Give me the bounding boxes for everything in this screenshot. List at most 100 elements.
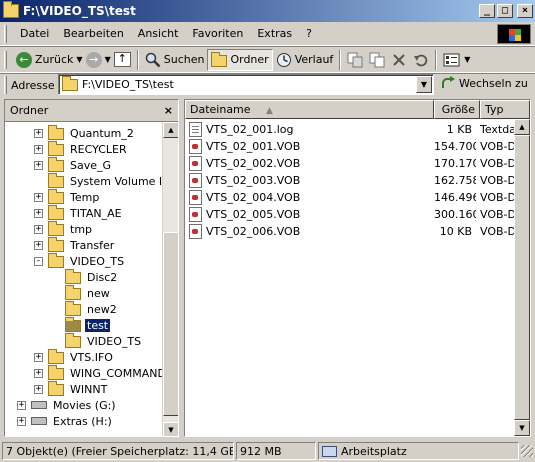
expand-icon[interactable]: +	[34, 352, 43, 362]
tree-item[interactable]: + Transfer	[34, 236, 116, 253]
file-row[interactable]: VTS_02_006.VOB10 KBVOB-Datei	[185, 223, 530, 240]
tree-item[interactable]: + RECYCLER	[34, 140, 129, 157]
file-row[interactable]: VTS_02_004.VOB146.496 KBVOB-Datei	[185, 189, 530, 206]
folder-icon	[48, 220, 64, 236]
expand-icon[interactable]: +	[17, 416, 26, 426]
minimize-button[interactable]: _	[479, 4, 495, 18]
expand-icon[interactable]: +	[34, 160, 43, 170]
views-icon	[443, 53, 460, 66]
toolbar-separator	[339, 49, 342, 70]
address-input[interactable]	[82, 78, 433, 91]
menu-favoriten[interactable]: Favoriten	[185, 25, 250, 42]
tree-item[interactable]: + WINNT	[34, 380, 109, 397]
scroll-thumb[interactable]	[514, 135, 530, 420]
tree-item[interactable]: + Quantum_2	[34, 124, 136, 141]
expand-icon[interactable]: +	[34, 192, 43, 202]
go-button[interactable]: Wechseln zu	[440, 75, 528, 91]
undo-button[interactable]	[410, 49, 432, 71]
tree-item-label: Quantum_2	[70, 126, 134, 140]
tree-item[interactable]: Disc2	[51, 268, 119, 285]
title-bar[interactable]: F:\VIDEO_TS\test _ □ ×	[0, 0, 535, 22]
file-row[interactable]: VTS_02_001.VOB154.700 KBVOB-Datei	[185, 138, 530, 155]
menu-grip[interactable]	[4, 24, 7, 43]
vob-file-icon	[189, 224, 202, 239]
column-header-type[interactable]: Typ	[480, 100, 530, 119]
move-to-button[interactable]	[344, 49, 366, 71]
menu-ansicht[interactable]: Ansicht	[131, 25, 186, 42]
tree-item-label: VTS.IFO	[70, 350, 113, 364]
scroll-down-button[interactable]: ▼	[163, 422, 178, 436]
scroll-thumb[interactable]	[163, 232, 178, 416]
my-computer-icon	[322, 445, 337, 457]
tree-item[interactable]: System Volume Information	[34, 172, 163, 189]
tree-item-label: WING_COMMANDER	[70, 366, 163, 380]
expand-icon[interactable]: +	[34, 368, 43, 378]
expand-icon[interactable]: +	[34, 144, 43, 154]
menu-extras[interactable]: Extras	[250, 25, 299, 42]
maximize-button[interactable]: □	[497, 4, 513, 18]
back-button[interactable]: ← Zurück	[13, 49, 76, 71]
scroll-up-button[interactable]: ▲	[163, 122, 178, 138]
expand-icon[interactable]: +	[34, 128, 43, 138]
menu-help[interactable]: ?	[299, 25, 319, 42]
address-field[interactable]: ▼	[58, 74, 434, 95]
collapse-icon[interactable]: -	[34, 256, 43, 266]
tree-item[interactable]: new2	[51, 300, 119, 317]
tree-item[interactable]: + VTS.IFO	[34, 348, 115, 365]
file-row[interactable]: VTS_02_001.log 1 KB Textdatei	[185, 121, 530, 138]
file-list-header: Dateiname ▲ Größe Typ	[185, 100, 530, 119]
folder-icon	[48, 236, 64, 252]
menu-bearbeiten[interactable]: Bearbeiten	[56, 25, 130, 42]
tree-item[interactable]: VIDEO_TS	[51, 332, 143, 349]
tree-item[interactable]: + WING_COMMANDER	[34, 364, 163, 381]
file-row[interactable]: VTS_02_002.VOB170.170 KBVOB-Datei	[185, 155, 530, 172]
menu-datei[interactable]: Datei	[13, 25, 56, 42]
status-objects: 7 Objekt(e) (Freier Speicherplatz: 11,4 …	[2, 442, 234, 460]
folder-pane-header: Ordner ×	[5, 100, 178, 122]
address-grip[interactable]	[4, 76, 7, 94]
close-button[interactable]: ×	[517, 4, 533, 18]
history-icon	[276, 52, 291, 67]
tree-item[interactable]: + tmp	[34, 220, 94, 237]
close-pane-icon[interactable]: ×	[164, 104, 173, 117]
tree-item-label: test	[85, 318, 111, 332]
column-header-size[interactable]: Größe	[434, 100, 480, 119]
views-button[interactable]: ▼	[440, 49, 473, 71]
tree-item[interactable]: + Temp	[34, 188, 101, 205]
expand-icon[interactable]: +	[34, 208, 43, 218]
copy-to-button[interactable]	[366, 49, 388, 71]
folder-icon	[62, 76, 78, 91]
folder-icon	[65, 316, 81, 332]
copy-to-icon	[369, 52, 385, 67]
expand-icon[interactable]: +	[34, 224, 43, 234]
folder-tree-scrollbar[interactable]: ▲ ▼	[162, 122, 178, 436]
delete-button[interactable]	[388, 49, 410, 71]
folders-button[interactable]: Ordner	[207, 48, 273, 71]
toolbar-grip[interactable]	[4, 50, 7, 69]
resize-grip[interactable]	[521, 445, 533, 457]
scroll-up-button[interactable]: ▲	[514, 119, 530, 135]
folder-icon	[65, 300, 81, 316]
expand-icon[interactable]: +	[17, 400, 26, 410]
file-row[interactable]: VTS_02_003.VOB162.758 KBVOB-Datei	[185, 172, 530, 189]
tree-item[interactable]: test	[51, 316, 111, 333]
tree-item[interactable]: + Extras (H:)	[17, 413, 114, 429]
vob-file-icon	[189, 139, 202, 154]
file-name-cell: VTS_02_006.VOB	[185, 224, 434, 239]
column-header-name[interactable]: Dateiname ▲	[185, 100, 434, 119]
tree-item[interactable]: + Movies (G:)	[17, 397, 118, 413]
forward-button[interactable]: →	[83, 49, 105, 71]
search-button[interactable]: Suchen	[142, 49, 208, 71]
expand-icon[interactable]: +	[34, 384, 43, 394]
address-dropdown-button[interactable]: ▼	[416, 76, 432, 93]
file-list-scrollbar[interactable]: ▲ ▼	[514, 119, 530, 436]
tree-item[interactable]: + TITAN_AE	[34, 204, 124, 221]
tree-item[interactable]: new	[51, 284, 112, 301]
expand-icon[interactable]: +	[34, 240, 43, 250]
up-button[interactable]: ↑	[111, 49, 134, 71]
file-row[interactable]: VTS_02_005.VOB300.160 KBVOB-Datei	[185, 206, 530, 223]
tree-item[interactable]: - VIDEO_TS	[34, 252, 126, 269]
tree-item[interactable]: + Save_G	[34, 156, 113, 173]
scroll-down-button[interactable]: ▼	[514, 420, 530, 436]
history-button[interactable]: Verlauf	[273, 49, 337, 71]
